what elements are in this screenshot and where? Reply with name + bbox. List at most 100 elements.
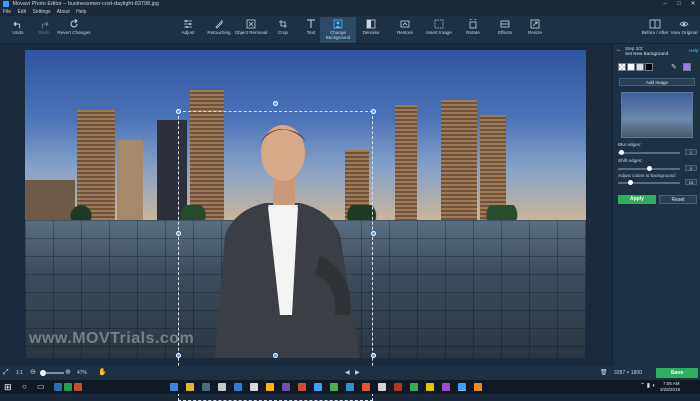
resize-handle[interactable] [371, 109, 376, 114]
shift-edges-knob[interactable] [647, 166, 652, 171]
resize-handle[interactable] [176, 109, 181, 114]
before-after-label: Before / After [641, 30, 669, 35]
app-icon[interactable] [410, 383, 418, 391]
excel-icon[interactable] [64, 383, 72, 391]
calculator-icon[interactable] [218, 383, 226, 391]
maximize-button[interactable]: □ [672, 0, 686, 9]
custom-color-swatch[interactable] [683, 63, 691, 71]
image-dimensions: 3287 × 1800 [614, 370, 642, 376]
change-background-label: Change Background [325, 30, 351, 40]
back-arrow-icon[interactable]: ← [616, 47, 622, 53]
file-explorer-icon[interactable] [186, 383, 194, 391]
fullscreen-icon[interactable]: ⤢ [3, 369, 9, 377]
effects-label: Effects [498, 30, 512, 35]
app-icon[interactable] [426, 383, 434, 391]
retouching-button[interactable]: Retouching [201, 17, 237, 43]
menu-settings[interactable]: Settings [32, 9, 50, 15]
app-icon[interactable] [442, 383, 450, 391]
next-image-icon[interactable]: ▶ [355, 369, 360, 376]
fit-1to1-button[interactable]: 1:1 [16, 370, 23, 376]
taskbar-time: 7:05 AM [663, 381, 680, 386]
blur-edges-value[interactable]: 1 [685, 149, 697, 155]
shift-edges-value[interactable]: 0 [685, 165, 697, 171]
adjust-colors-knob[interactable] [628, 180, 633, 185]
denoise-label: Denoise [362, 30, 380, 35]
help-link[interactable]: Help [689, 48, 698, 53]
minimize-button[interactable]: – [658, 0, 672, 9]
restore-icon [400, 20, 410, 28]
save-button[interactable]: Save [656, 368, 698, 378]
add-image-button[interactable]: Add Image [619, 78, 695, 86]
image-canvas[interactable]: www.MOVTrials.com [0, 44, 612, 401]
app-icon[interactable] [474, 383, 482, 391]
rotate-label: Rotate [466, 30, 480, 35]
windows-taskbar: ⊞ ○ ▭ ⌃ ▮ ◖ 7:05 AM 3/28/2019 [0, 380, 700, 394]
powerpoint-icon[interactable] [74, 383, 82, 391]
app-icon[interactable] [282, 383, 290, 391]
blur-edges-label: Blur edges: [618, 142, 642, 147]
windows-start-icon[interactable]: ⊞ [4, 382, 12, 393]
hand-tool-icon[interactable]: ✋ [98, 368, 107, 376]
change-background-button[interactable]: Change Background [320, 17, 356, 43]
revert-changes-button[interactable]: Revert Changes [56, 17, 92, 43]
adjust-colors-value[interactable]: 15 [685, 179, 697, 185]
search-icon[interactable]: ○ [22, 382, 27, 391]
edge-icon[interactable] [170, 383, 178, 391]
app-icon[interactable] [394, 383, 402, 391]
zoom-out-icon[interactable]: ⊖ [30, 368, 36, 376]
color-swatch[interactable] [627, 63, 635, 71]
app-icon[interactable] [346, 383, 354, 391]
window-title: Movavi Photo Editor – businessmen-cost-d… [12, 1, 159, 7]
blur-edges-knob[interactable] [619, 150, 624, 155]
app-icon[interactable] [362, 383, 370, 391]
app-icon[interactable] [266, 383, 274, 391]
app-icon[interactable] [298, 383, 306, 391]
color-swatch[interactable] [636, 63, 644, 71]
color-swatch[interactable] [645, 63, 653, 71]
movavi-photo-editor-taskbar-icon[interactable] [458, 383, 466, 391]
adjust-colors-label: Adjust colors to background: [618, 173, 676, 178]
app-icon[interactable] [378, 383, 386, 391]
insert-image-icon [434, 19, 444, 29]
resize-handle[interactable] [371, 353, 376, 358]
photos-icon[interactable] [234, 383, 242, 391]
zoom-in-icon[interactable]: ⊕ [65, 368, 71, 376]
resize-handle[interactable] [176, 231, 181, 236]
menu-about[interactable]: About [57, 9, 70, 15]
close-button[interactable]: ✕ [686, 0, 700, 9]
menu-edit[interactable]: Edit [17, 9, 26, 15]
insert-image-button[interactable]: Insert Image [421, 17, 457, 43]
window-controls: – □ ✕ [658, 0, 700, 9]
rotate-handle[interactable] [273, 101, 278, 106]
menu-file[interactable]: File [3, 9, 11, 15]
restore-button[interactable]: Restore [387, 17, 423, 43]
transparent-swatch[interactable] [618, 63, 626, 71]
system-tray-icons[interactable]: ⌃ ▮ ◖ [640, 382, 655, 389]
blur-edges-slider[interactable] [618, 152, 680, 154]
resize-handle[interactable] [371, 231, 376, 236]
eyedropper-icon[interactable]: ✎ [671, 63, 677, 71]
word-icon[interactable] [54, 383, 62, 391]
building [77, 110, 115, 220]
task-view-icon[interactable]: ▭ [37, 382, 45, 391]
chrome-icon[interactable] [250, 383, 258, 391]
app-icon[interactable] [314, 383, 322, 391]
resize-button[interactable]: Resize [517, 17, 553, 43]
denoise-button[interactable]: Denoise [353, 17, 389, 43]
rotate-button[interactable]: Rotate [455, 17, 491, 43]
app-icon[interactable] [330, 383, 338, 391]
redo-icon [41, 21, 49, 29]
change-background-icon [333, 19, 343, 29]
reset-button[interactable]: Reset [659, 195, 697, 204]
delete-icon[interactable]: 🗑 [600, 369, 608, 376]
background-thumbnail[interactable] [621, 92, 693, 138]
zoom-slider-knob[interactable] [40, 370, 46, 376]
resize-handle[interactable] [176, 353, 181, 358]
object-removal-button[interactable]: Object Removal [233, 17, 269, 43]
menu-help[interactable]: Help [76, 9, 86, 15]
view-original-button[interactable]: View Original [668, 17, 700, 43]
apply-button[interactable]: Apply [618, 195, 656, 204]
previous-image-icon[interactable]: ◀ [345, 369, 350, 376]
resize-handle[interactable] [273, 353, 278, 358]
mail-icon[interactable] [202, 383, 210, 391]
